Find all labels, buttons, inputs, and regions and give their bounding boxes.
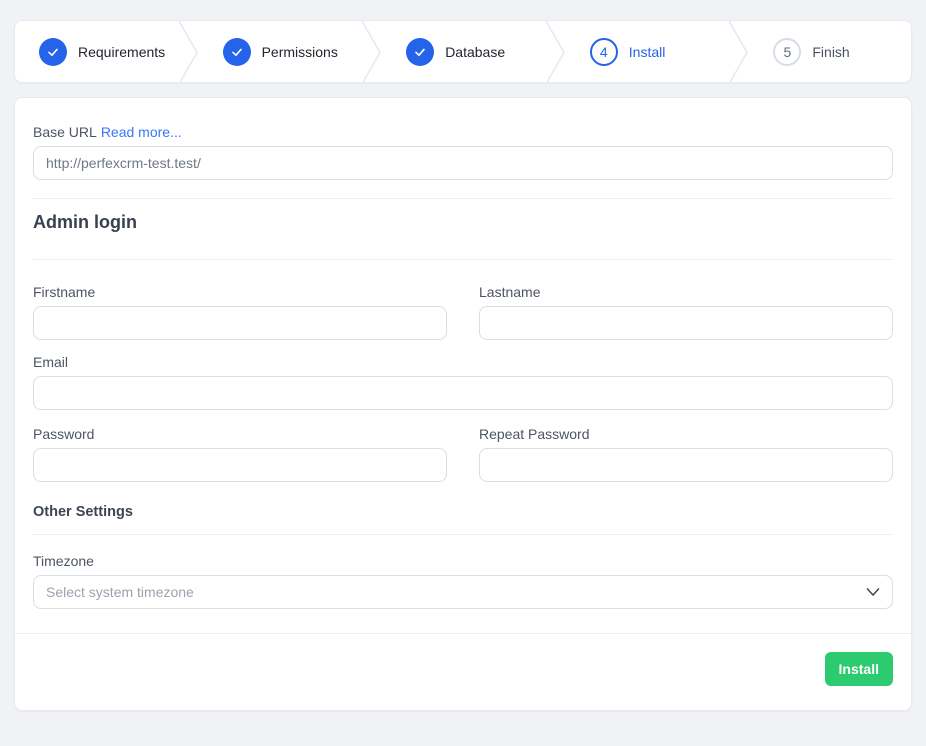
- step-number-badge: 4: [590, 38, 618, 66]
- check-icon: [39, 38, 67, 66]
- wizard-stepper: Requirements Permissions Database 4 Inst…: [14, 20, 912, 83]
- lastname-input[interactable]: [479, 306, 893, 340]
- install-button[interactable]: Install: [825, 652, 893, 686]
- base-url-label: Base URL: [33, 124, 97, 140]
- chevron-separator-icon: [177, 21, 199, 83]
- timezone-label: Timezone: [33, 553, 893, 569]
- firstname-input[interactable]: [33, 306, 447, 340]
- install-wizard-page: Requirements Permissions Database 4 Inst…: [0, 0, 926, 731]
- section-divider: [33, 198, 893, 199]
- email-label: Email: [33, 354, 893, 370]
- step-label: Database: [445, 44, 505, 60]
- password-label: Password: [33, 426, 447, 442]
- step-finish[interactable]: 5 Finish: [749, 21, 911, 82]
- step-install[interactable]: 4 Install: [566, 21, 728, 82]
- password-input[interactable]: [33, 448, 447, 482]
- step-label: Requirements: [78, 44, 165, 60]
- lastname-label: Lastname: [479, 284, 893, 300]
- email-input[interactable]: [33, 376, 893, 410]
- base-url-input[interactable]: [33, 146, 893, 180]
- step-label: Install: [629, 44, 666, 60]
- read-more-link[interactable]: Read more...: [101, 124, 182, 140]
- section-divider: [33, 259, 893, 260]
- form-footer: Install: [15, 633, 911, 710]
- step-database[interactable]: Database: [382, 21, 544, 82]
- chevron-separator-icon: [360, 21, 382, 83]
- step-label: Finish: [812, 44, 849, 60]
- timezone-select-input[interactable]: [33, 575, 893, 609]
- step-requirements[interactable]: Requirements: [15, 21, 177, 82]
- check-icon: [223, 38, 251, 66]
- chevron-separator-icon: [544, 21, 566, 83]
- other-settings-heading: Other Settings: [33, 504, 893, 520]
- step-permissions[interactable]: Permissions: [199, 21, 361, 82]
- install-form-card: Base URLRead more... Admin login Firstna…: [14, 97, 912, 711]
- step-label: Permissions: [262, 44, 338, 60]
- timezone-select[interactable]: [33, 575, 893, 609]
- section-divider: [33, 534, 893, 535]
- repeat-password-label: Repeat Password: [479, 426, 893, 442]
- repeat-password-input[interactable]: [479, 448, 893, 482]
- step-number-badge: 5: [773, 38, 801, 66]
- check-icon: [406, 38, 434, 66]
- admin-login-heading: Admin login: [33, 212, 893, 233]
- chevron-separator-icon: [727, 21, 749, 83]
- firstname-label: Firstname: [33, 284, 447, 300]
